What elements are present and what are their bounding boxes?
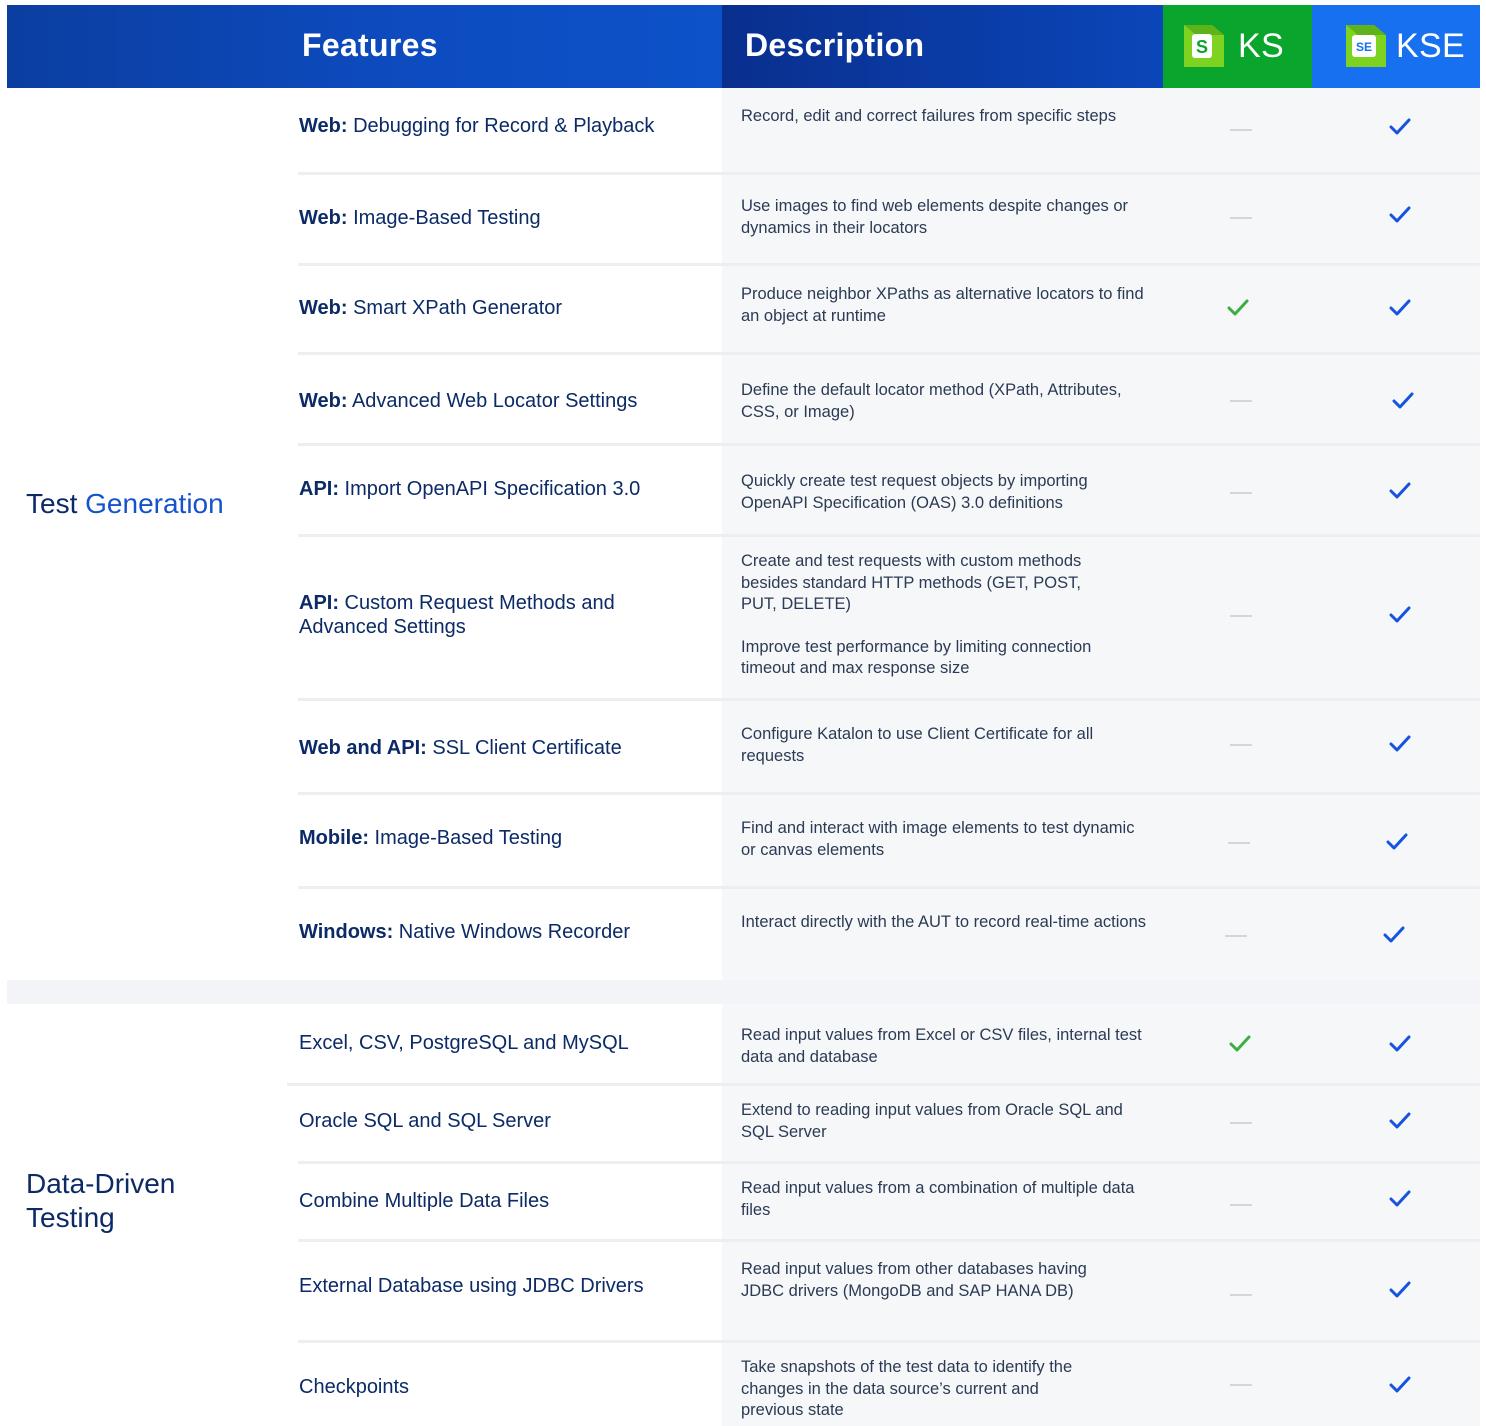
feature-name: Web: Image-Based Testing — [299, 207, 541, 229]
kse-check-icon — [1389, 206, 1411, 223]
feature-name: Windows: Native Windows Recorder — [299, 921, 630, 943]
feature-description: Extend to reading input values from Orac… — [741, 1101, 1123, 1141]
feature-description: Configure Katalon to use Client Certific… — [741, 725, 1094, 765]
feature-name: Combine Multiple Data Files — [299, 1190, 550, 1212]
feature-description: Interact directly with the AUT to record… — [741, 913, 1147, 931]
kse-check-icon — [1389, 299, 1411, 316]
feature-description: Take snapshots of the test data to ident… — [741, 1358, 1073, 1419]
kse-check-icon — [1389, 606, 1411, 623]
table-row: Web: Debugging for Record & Playback Rec… — [7, 88, 1480, 175]
section-separator — [7, 980, 1480, 1004]
table-row: Web: Image-Based Testing Use images to f… — [7, 175, 1480, 266]
svg-text:S: S — [1196, 37, 1208, 57]
ks-check-icon — [1229, 1035, 1251, 1052]
feature-name: Web and API: SSL Client Certificate — [299, 737, 622, 759]
kse-check-icon — [1389, 1035, 1411, 1052]
not-included-dash-icon — [1230, 1294, 1252, 1296]
table-row: API: Custom Request Methods and Advanced… — [7, 537, 1480, 701]
table-row: Combine Multiple Data Files Read input v… — [7, 1164, 1480, 1242]
table-row: Excel, CSV, PostgreSQL and MySQL Read in… — [7, 1004, 1480, 1086]
feature-description: Find and interact with image elements to… — [741, 819, 1135, 859]
not-included-dash-icon — [1230, 1122, 1252, 1124]
not-included-dash-icon — [1228, 842, 1250, 844]
feature-name: Mobile: Image-Based Testing — [299, 827, 563, 849]
not-included-dash-icon — [1230, 1384, 1252, 1386]
not-included-dash-icon — [1230, 217, 1252, 219]
feature-name: Web: Debugging for Record & Playback — [299, 115, 655, 137]
feature-description: Produce neighbor XPaths as alternative l… — [741, 285, 1144, 325]
feature-description: Quickly create test request objects by i… — [741, 472, 1088, 512]
table-row: Web: Smart XPath Generator Produce neigh… — [7, 266, 1480, 355]
feature-name: Excel, CSV, PostgreSQL and MySQL — [299, 1032, 629, 1054]
ks-header-label: KS — [1238, 27, 1284, 65]
data-driven-testing-section: Data-Driven Testing Excel, CSV, PostgreS… — [7, 1004, 1480, 1426]
table-row: Oracle SQL and SQL Server Extend to read… — [7, 1086, 1480, 1164]
table-row: Mobile: Image-Based Testing Find and int… — [7, 795, 1480, 889]
table-row: External Database using JDBC Drivers Rea… — [7, 1242, 1480, 1343]
kse-check-icon — [1386, 833, 1408, 850]
svg-text:SE: SE — [1356, 40, 1372, 54]
test-generation-section: Test Generation Web: Debugging for Recor… — [7, 88, 1480, 980]
feature-name: Checkpoints — [299, 1376, 410, 1398]
ks-logo-icon: S — [1184, 25, 1224, 67]
feature-name: API: Import OpenAPI Specification 3.0 — [299, 478, 641, 500]
table-row: Web and API: SSL Client Certificate Conf… — [7, 701, 1480, 795]
feature-name: External Database using JDBC Drivers — [299, 1275, 644, 1297]
feature-name: Oracle SQL and SQL Server — [299, 1110, 551, 1132]
ks-check-icon — [1227, 299, 1249, 316]
kse-check-icon — [1383, 926, 1405, 943]
kse-check-icon — [1389, 1281, 1411, 1298]
table-row: API: Import OpenAPI Specification 3.0 Qu… — [7, 446, 1480, 537]
feature-description: Read input values from a combination of … — [741, 1179, 1135, 1219]
kse-logo-icon: SE — [1346, 25, 1386, 67]
feature-description: Create and test requests with custom met… — [741, 552, 1092, 677]
kse-header-label: KSE — [1396, 27, 1465, 65]
kse-check-icon — [1389, 118, 1411, 135]
not-included-dash-icon — [1230, 492, 1252, 494]
table-row: Web: Advanced Web Locator Settings Defin… — [7, 355, 1480, 446]
kse-check-icon — [1389, 1376, 1411, 1393]
kse-check-icon — [1389, 735, 1411, 752]
feature-description: Use images to find web elements despite … — [741, 197, 1129, 237]
kse-check-icon — [1389, 1190, 1411, 1207]
feature-description: Read input values from Excel or CSV file… — [741, 1026, 1142, 1066]
not-included-dash-icon — [1225, 935, 1247, 937]
table-row: Windows: Native Windows Recorder Interac… — [7, 889, 1480, 980]
not-included-dash-icon — [1230, 1204, 1252, 1206]
feature-description: Define the default locator method (XPath… — [741, 381, 1122, 421]
features-header-label: Features — [302, 27, 438, 63]
kse-check-icon — [1392, 392, 1414, 409]
feature-description: Record, edit and correct failures from s… — [741, 107, 1117, 125]
feature-name: Web: Smart XPath Generator — [299, 297, 563, 319]
not-included-dash-icon — [1230, 400, 1252, 402]
kse-check-icon — [1389, 482, 1411, 499]
not-included-dash-icon — [1230, 615, 1252, 617]
feature-description: Read input values from other databases h… — [741, 1260, 1087, 1300]
table-header: Features Description S KS SE KSE — [7, 5, 1480, 88]
feature-name: API: Custom Request Methods and Advanced… — [299, 592, 615, 638]
table-row: Checkpoints Take snapshots of the test d… — [7, 1343, 1480, 1426]
description-header-label: Description — [745, 27, 925, 63]
not-included-dash-icon — [1230, 129, 1252, 131]
kse-check-icon — [1389, 1112, 1411, 1129]
feature-name: Web: Advanced Web Locator Settings — [299, 390, 638, 412]
not-included-dash-icon — [1230, 744, 1252, 746]
